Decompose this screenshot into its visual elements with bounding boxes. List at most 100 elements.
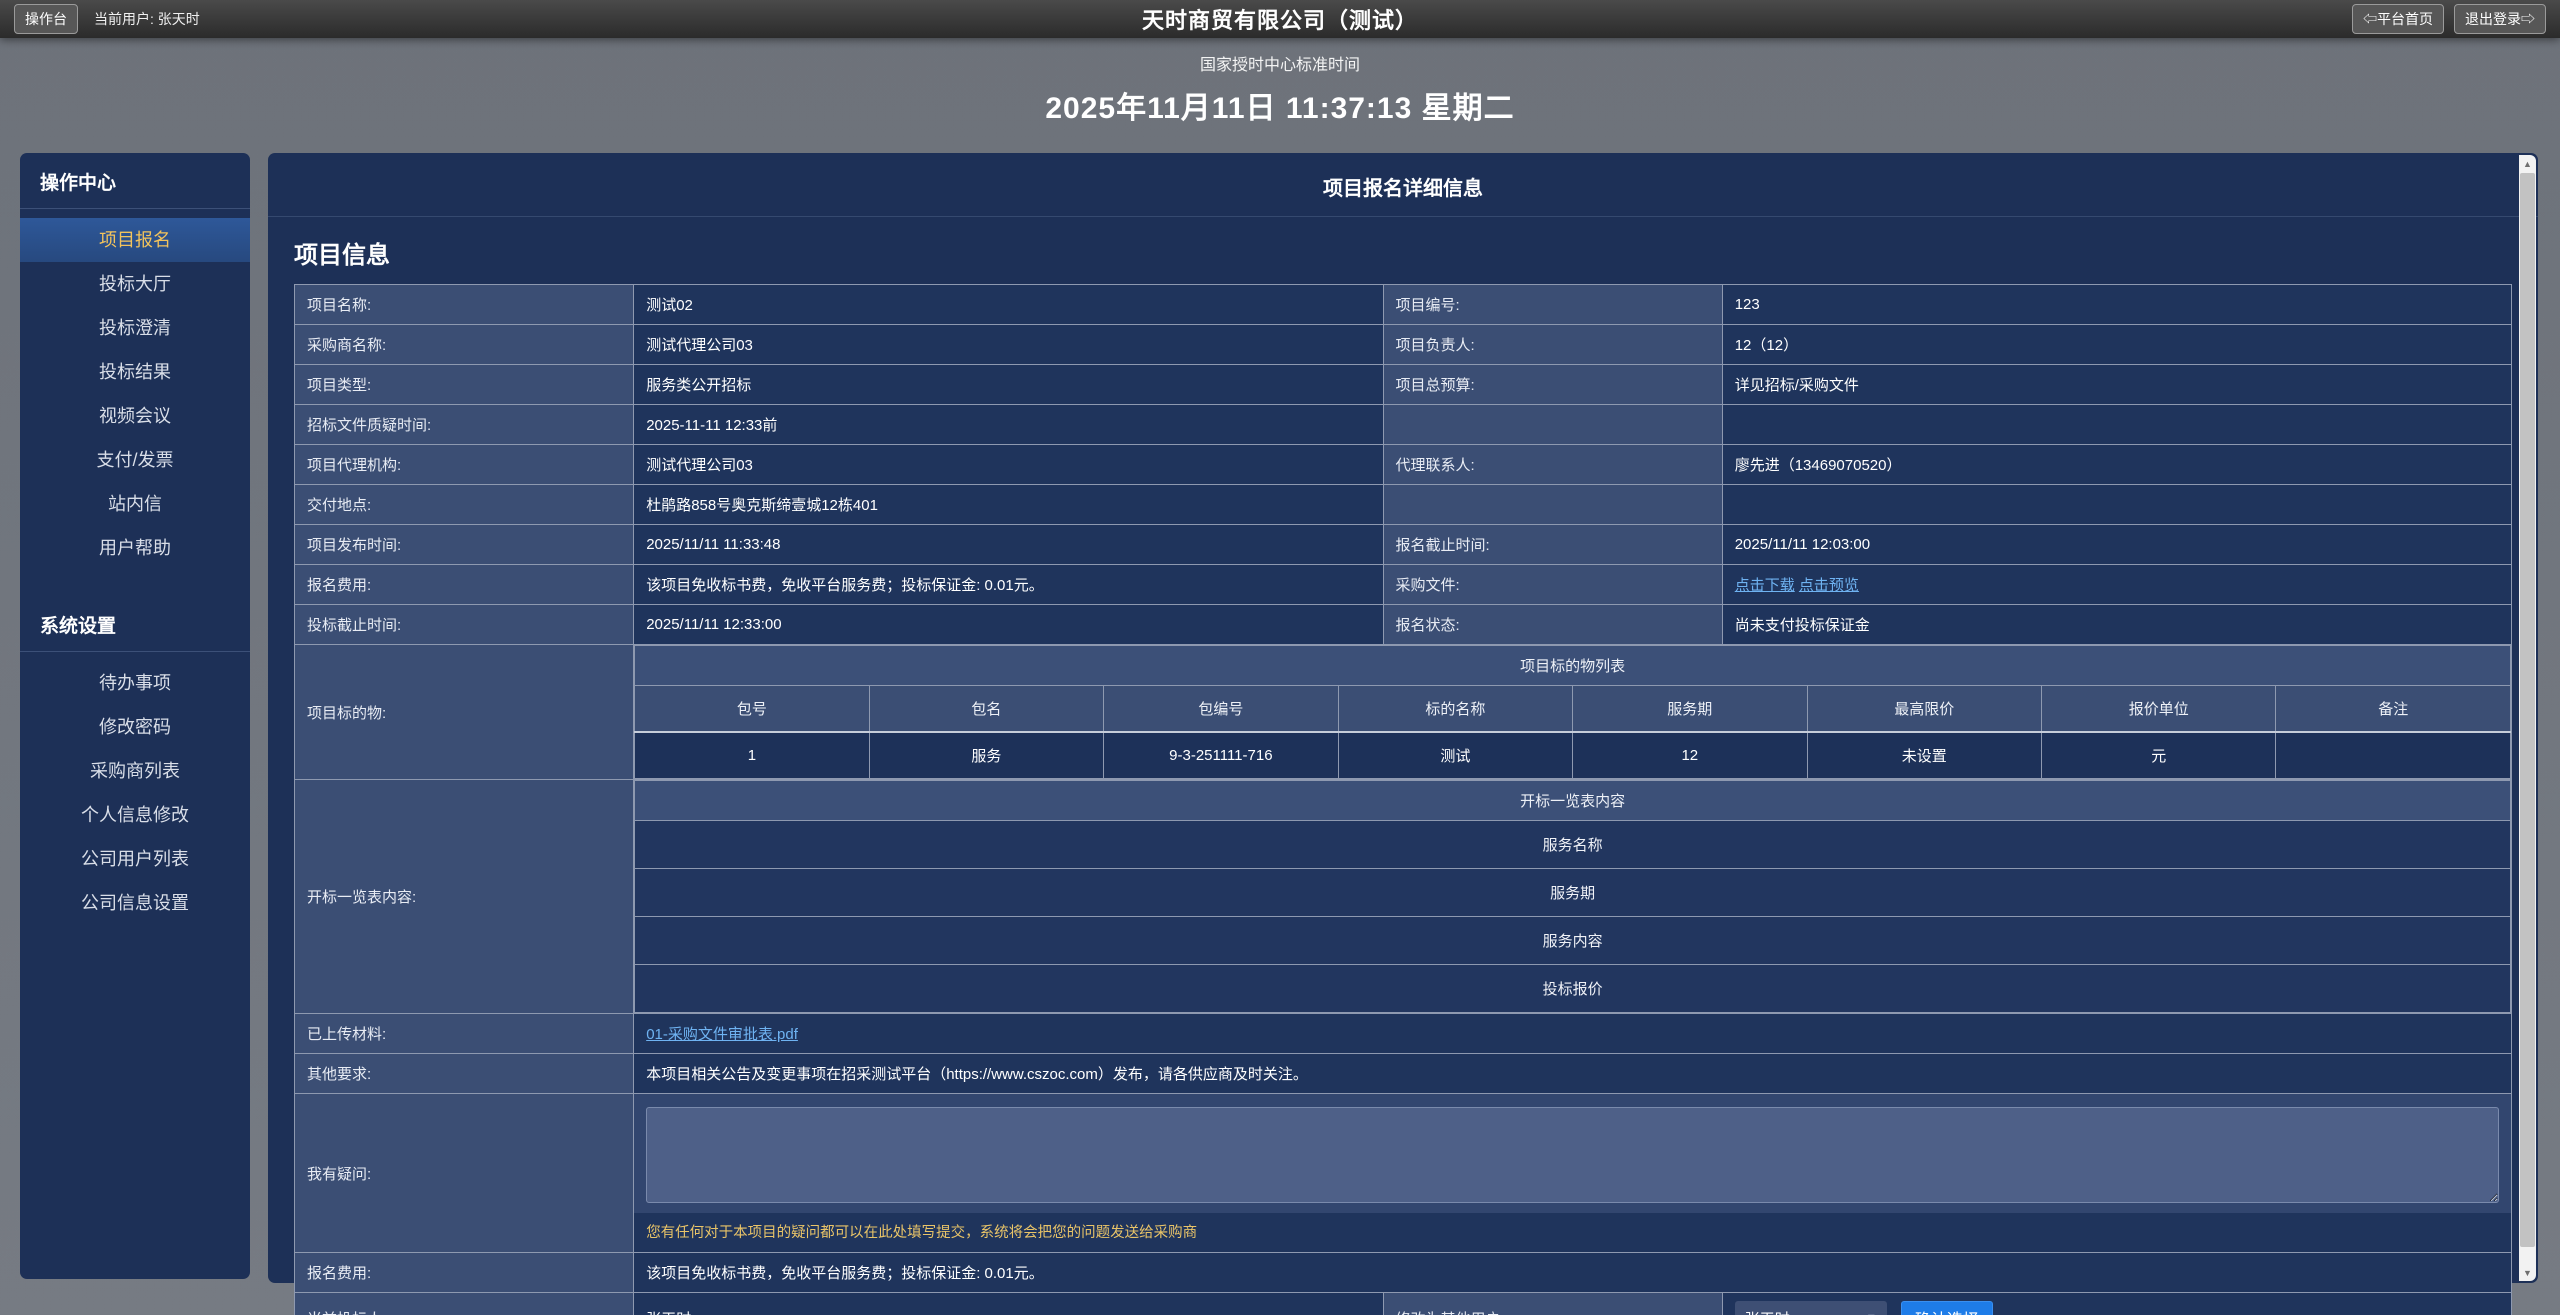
column-header: 服务期 xyxy=(1573,686,1807,733)
field-value: 2025/11/11 11:33:48 xyxy=(634,525,1383,565)
uploaded-file-link[interactable]: 01-采购文件审批表.pdf xyxy=(646,1026,798,1043)
field-label: 项目负责人: xyxy=(1383,325,1722,365)
field-label: 项目编号: xyxy=(1383,285,1722,325)
table-row: 交付地点: 杜鹃路858号奥克斯缔壹城12栋401 xyxy=(295,485,2512,525)
preview-doc-link[interactable]: 点击预览 xyxy=(1799,577,1859,594)
sidebar-item-change-password[interactable]: 修改密码 xyxy=(20,705,250,749)
cell: 12 xyxy=(1573,732,1807,779)
signup-status-badge: 尚未支付投标保证金 xyxy=(1722,605,2511,645)
scrollbar[interactable]: ▲ ▼ xyxy=(2519,155,2536,1281)
field-label: 项目发布时间: xyxy=(295,525,634,565)
sidebar-item-bid-hall[interactable]: 投标大厅 xyxy=(20,262,250,306)
cell: 9-3-251111-716 xyxy=(1104,732,1338,779)
field-label: 修改为其他用户: xyxy=(1383,1293,1722,1315)
table-row: 项目发布时间: 2025/11/11 11:33:48 报名截止时间: 2025… xyxy=(295,525,2512,565)
field-label: 招标文件质疑时间: xyxy=(295,405,634,445)
question-textarea[interactable] xyxy=(646,1107,2499,1203)
sidebar-item-bid-clarification[interactable]: 投标澄清 xyxy=(20,306,250,350)
table-row: 报名费用: 该项目免收标书费，免收平台服务费；投标保证金: 0.01元。 采购文… xyxy=(295,565,2512,605)
field-value: 2025/11/11 12:33:00 xyxy=(634,605,1383,645)
field-label: 项目标的物: xyxy=(295,645,634,780)
field-label: 开标一览表内容: xyxy=(295,780,634,1014)
sidebar-item-project-signup[interactable]: 项目报名 xyxy=(20,218,250,262)
field-value: 廖先进（13469070520） xyxy=(1722,445,2511,485)
sidebar-item-todo[interactable]: 待办事项 xyxy=(20,661,250,705)
platform-home-button[interactable]: ⇦平台首页 xyxy=(2352,4,2444,34)
forward-arrow-icon: ⇨ xyxy=(2521,11,2535,27)
sidebar-item-user-help[interactable]: 用户帮助 xyxy=(20,526,250,570)
empty-value-cell xyxy=(1722,485,2511,525)
sidebar-item-payment-invoice[interactable]: 支付/发票 xyxy=(20,438,250,482)
lots-header-row: 包号 包名 包编号 标的名称 服务期 最高限价 报价单位 备注 xyxy=(635,686,2511,733)
table-row-question: 我有疑问: 您有任何对于本项目的疑问都可以在此处填写提交，系统将会把您的问题发送… xyxy=(295,1094,2512,1253)
question-hint: 您有任何对于本项目的疑问都可以在此处填写提交，系统将会把您的问题发送给采购商 xyxy=(634,1213,2511,1252)
field-label: 采购文件: xyxy=(1383,565,1722,605)
field-label: 项目名称: xyxy=(295,285,634,325)
lots-table: 项目标的物列表 包号 包名 包编号 标的名称 服务期 最高限价 报价单位 备注 xyxy=(634,645,2511,779)
cell: 元 xyxy=(2042,732,2276,779)
column-header: 包编号 xyxy=(1104,686,1338,733)
field-label: 我有疑问: xyxy=(295,1094,634,1253)
sidebar-item-company-users[interactable]: 公司用户列表 xyxy=(20,837,250,881)
sidebar-section-system-settings: 系统设置 xyxy=(20,596,250,652)
field-value: 2025-11-11 12:33前 xyxy=(634,405,1383,445)
signup-fee-value: 该项目免收标书费，免收平台服务费；投标保证金: 0.01元。 xyxy=(634,1253,2512,1293)
table-row-lots: 项目标的物: 项目标的物列表 包号 包名 包编号 标的名称 服务期 最高限价 报… xyxy=(295,645,2512,780)
download-doc-link[interactable]: 点击下载 xyxy=(1735,577,1795,594)
sidebar-item-site-message[interactable]: 站内信 xyxy=(20,482,250,526)
column-header: 报价单位 xyxy=(2042,686,2276,733)
user-select[interactable]: 张天时 ▼ xyxy=(1735,1301,1887,1315)
field-value: 服务类公开招标 xyxy=(634,365,1383,405)
opening-list-item: 服务名称 xyxy=(635,821,2511,869)
scroll-down-arrow-icon[interactable]: ▼ xyxy=(2519,1264,2536,1281)
opening-list-item: 投标报价 xyxy=(635,965,2511,1013)
field-label: 当前投标人: xyxy=(295,1293,634,1315)
column-header: 包名 xyxy=(869,686,1103,733)
field-label: 报名费用: xyxy=(295,565,634,605)
column-header: 备注 xyxy=(2276,686,2511,733)
table-row: 报名费用: 该项目免收标书费，免收平台服务费；投标保证金: 0.01元。 xyxy=(295,1253,2512,1293)
user-select-value: 张天时 xyxy=(1745,1308,1790,1315)
signup-fee-value: 该项目免收标书费，免收平台服务费；投标保证金: 0.01元。 xyxy=(634,565,1383,605)
sidebar-item-profile-edit[interactable]: 个人信息修改 xyxy=(20,793,250,837)
console-button[interactable]: 操作台 xyxy=(14,4,78,34)
confirm-select-button[interactable]: 确认选择 xyxy=(1901,1301,1993,1315)
field-value: 123 xyxy=(1722,285,2511,325)
sidebar-item-buyer-list[interactable]: 采购商列表 xyxy=(20,749,250,793)
project-info-heading: 项目信息 xyxy=(268,217,2538,284)
field-value: 详见招标/采购文件 xyxy=(1722,365,2511,405)
field-label: 交付地点: xyxy=(295,485,634,525)
sidebar-item-company-info[interactable]: 公司信息设置 xyxy=(20,881,250,925)
cell xyxy=(2276,732,2511,779)
sidebar-item-bid-result[interactable]: 投标结果 xyxy=(20,350,250,394)
page-title: 项目报名详细信息 xyxy=(268,153,2538,217)
table-row: 投标截止时间: 2025/11/11 12:33:00 报名状态: 尚未支付投标… xyxy=(295,605,2512,645)
platform-home-label: 平台首页 xyxy=(2377,11,2433,27)
back-arrow-icon: ⇦ xyxy=(2363,11,2377,27)
column-header: 最高限价 xyxy=(1807,686,2041,733)
opening-list-title: 开标一览表内容 xyxy=(635,781,2511,821)
table-row: 项目代理机构: 测试代理公司03 代理联系人: 廖先进（13469070520） xyxy=(295,445,2512,485)
sidebar-item-video-meeting[interactable]: 视频会议 xyxy=(20,394,250,438)
scrollbar-thumb[interactable] xyxy=(2520,173,2535,1247)
logout-button[interactable]: 退出登录⇨ xyxy=(2454,4,2546,34)
field-label: 项目类型: xyxy=(295,365,634,405)
field-value: 本项目相关公告及变更事项在招采测试平台（https://www.cszoc.co… xyxy=(634,1054,2512,1094)
cell: 服务 xyxy=(869,732,1103,779)
field-value: 测试代理公司03 xyxy=(634,325,1383,365)
empty-label-cell xyxy=(1383,485,1722,525)
field-label: 报名状态: xyxy=(1383,605,1722,645)
procurement-doc-links: 点击下载 点击预览 xyxy=(1722,565,2511,605)
field-label: 投标截止时间: xyxy=(295,605,634,645)
field-value: 12（12） xyxy=(1722,325,2511,365)
scroll-up-arrow-icon[interactable]: ▲ xyxy=(2519,155,2536,172)
column-header: 标的名称 xyxy=(1338,686,1572,733)
opening-list-item: 服务期 xyxy=(635,869,2511,917)
logout-label: 退出登录 xyxy=(2465,11,2521,27)
field-label: 报名费用: xyxy=(295,1253,634,1293)
table-row: 已上传材料: 01-采购文件审批表.pdf xyxy=(295,1014,2512,1054)
change-user-cell: 张天时 ▼ 确认选择 xyxy=(1722,1293,2511,1315)
uploaded-file-cell: 01-采购文件审批表.pdf xyxy=(634,1014,2512,1054)
table-row: 项目类型: 服务类公开招标 项目总预算: 详见招标/采购文件 xyxy=(295,365,2512,405)
sidebar: 操作中心 项目报名 投标大厅 投标澄清 投标结果 视频会议 支付/发票 站内信 … xyxy=(20,153,250,1279)
